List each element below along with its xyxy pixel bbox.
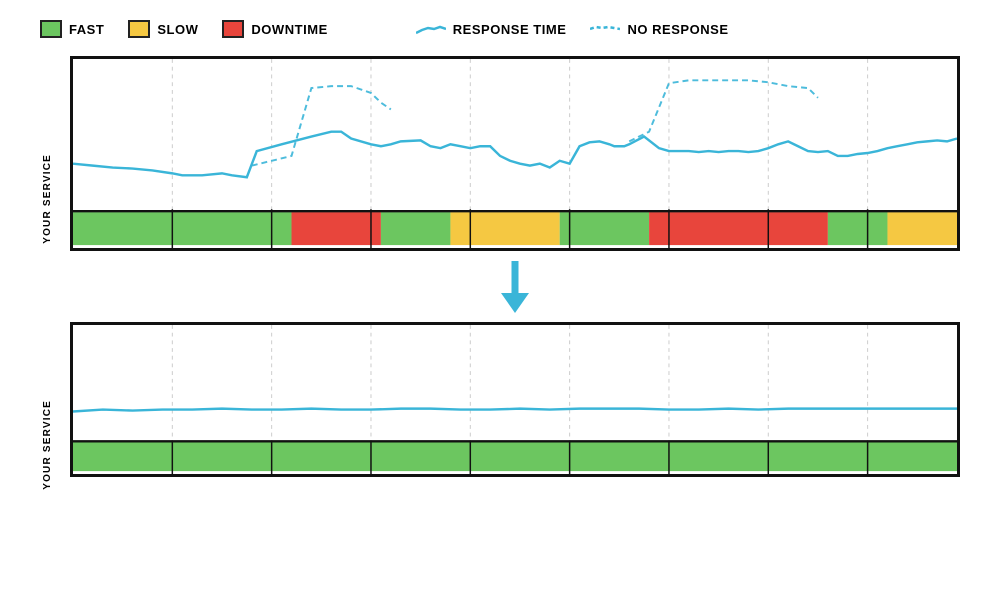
- down-arrow-icon: [495, 261, 535, 316]
- response-time-label: RESPONSE TIME: [453, 22, 567, 37]
- down-arrow-container: [70, 261, 960, 316]
- fast-label: FAST: [69, 22, 104, 37]
- chart1-area: [70, 56, 960, 251]
- legend-slow: SLOW: [128, 20, 198, 38]
- legend-response-time: RESPONSE TIME: [416, 20, 567, 38]
- chart1-svg: [73, 59, 957, 248]
- chart1-label: YOUR SERVICE: [42, 154, 53, 244]
- slow-color-box: [128, 20, 150, 38]
- chart2-wrapper: YOUR SERVICE: [40, 322, 960, 477]
- slow-label: SLOW: [157, 22, 198, 37]
- downtime-color-box: [222, 20, 244, 38]
- chart1-wrapper: YOUR SERVICE: [40, 56, 960, 251]
- response-time-line-box: [416, 20, 446, 38]
- no-response-label: NO RESPONSE: [627, 22, 728, 37]
- no-response-line-box: [590, 20, 620, 38]
- chart2-svg: [73, 325, 957, 474]
- legend-no-response: NO RESPONSE: [590, 20, 728, 38]
- chart2-area: [70, 322, 960, 477]
- legend: FAST SLOW DOWNTIME RESPONSE TIME NO RESP…: [40, 20, 960, 38]
- chart2-label: YOUR SERVICE: [42, 400, 53, 490]
- fast-color-box: [40, 20, 62, 38]
- downtime-label: DOWNTIME: [251, 22, 327, 37]
- legend-downtime: DOWNTIME: [222, 20, 327, 38]
- legend-fast: FAST: [40, 20, 104, 38]
